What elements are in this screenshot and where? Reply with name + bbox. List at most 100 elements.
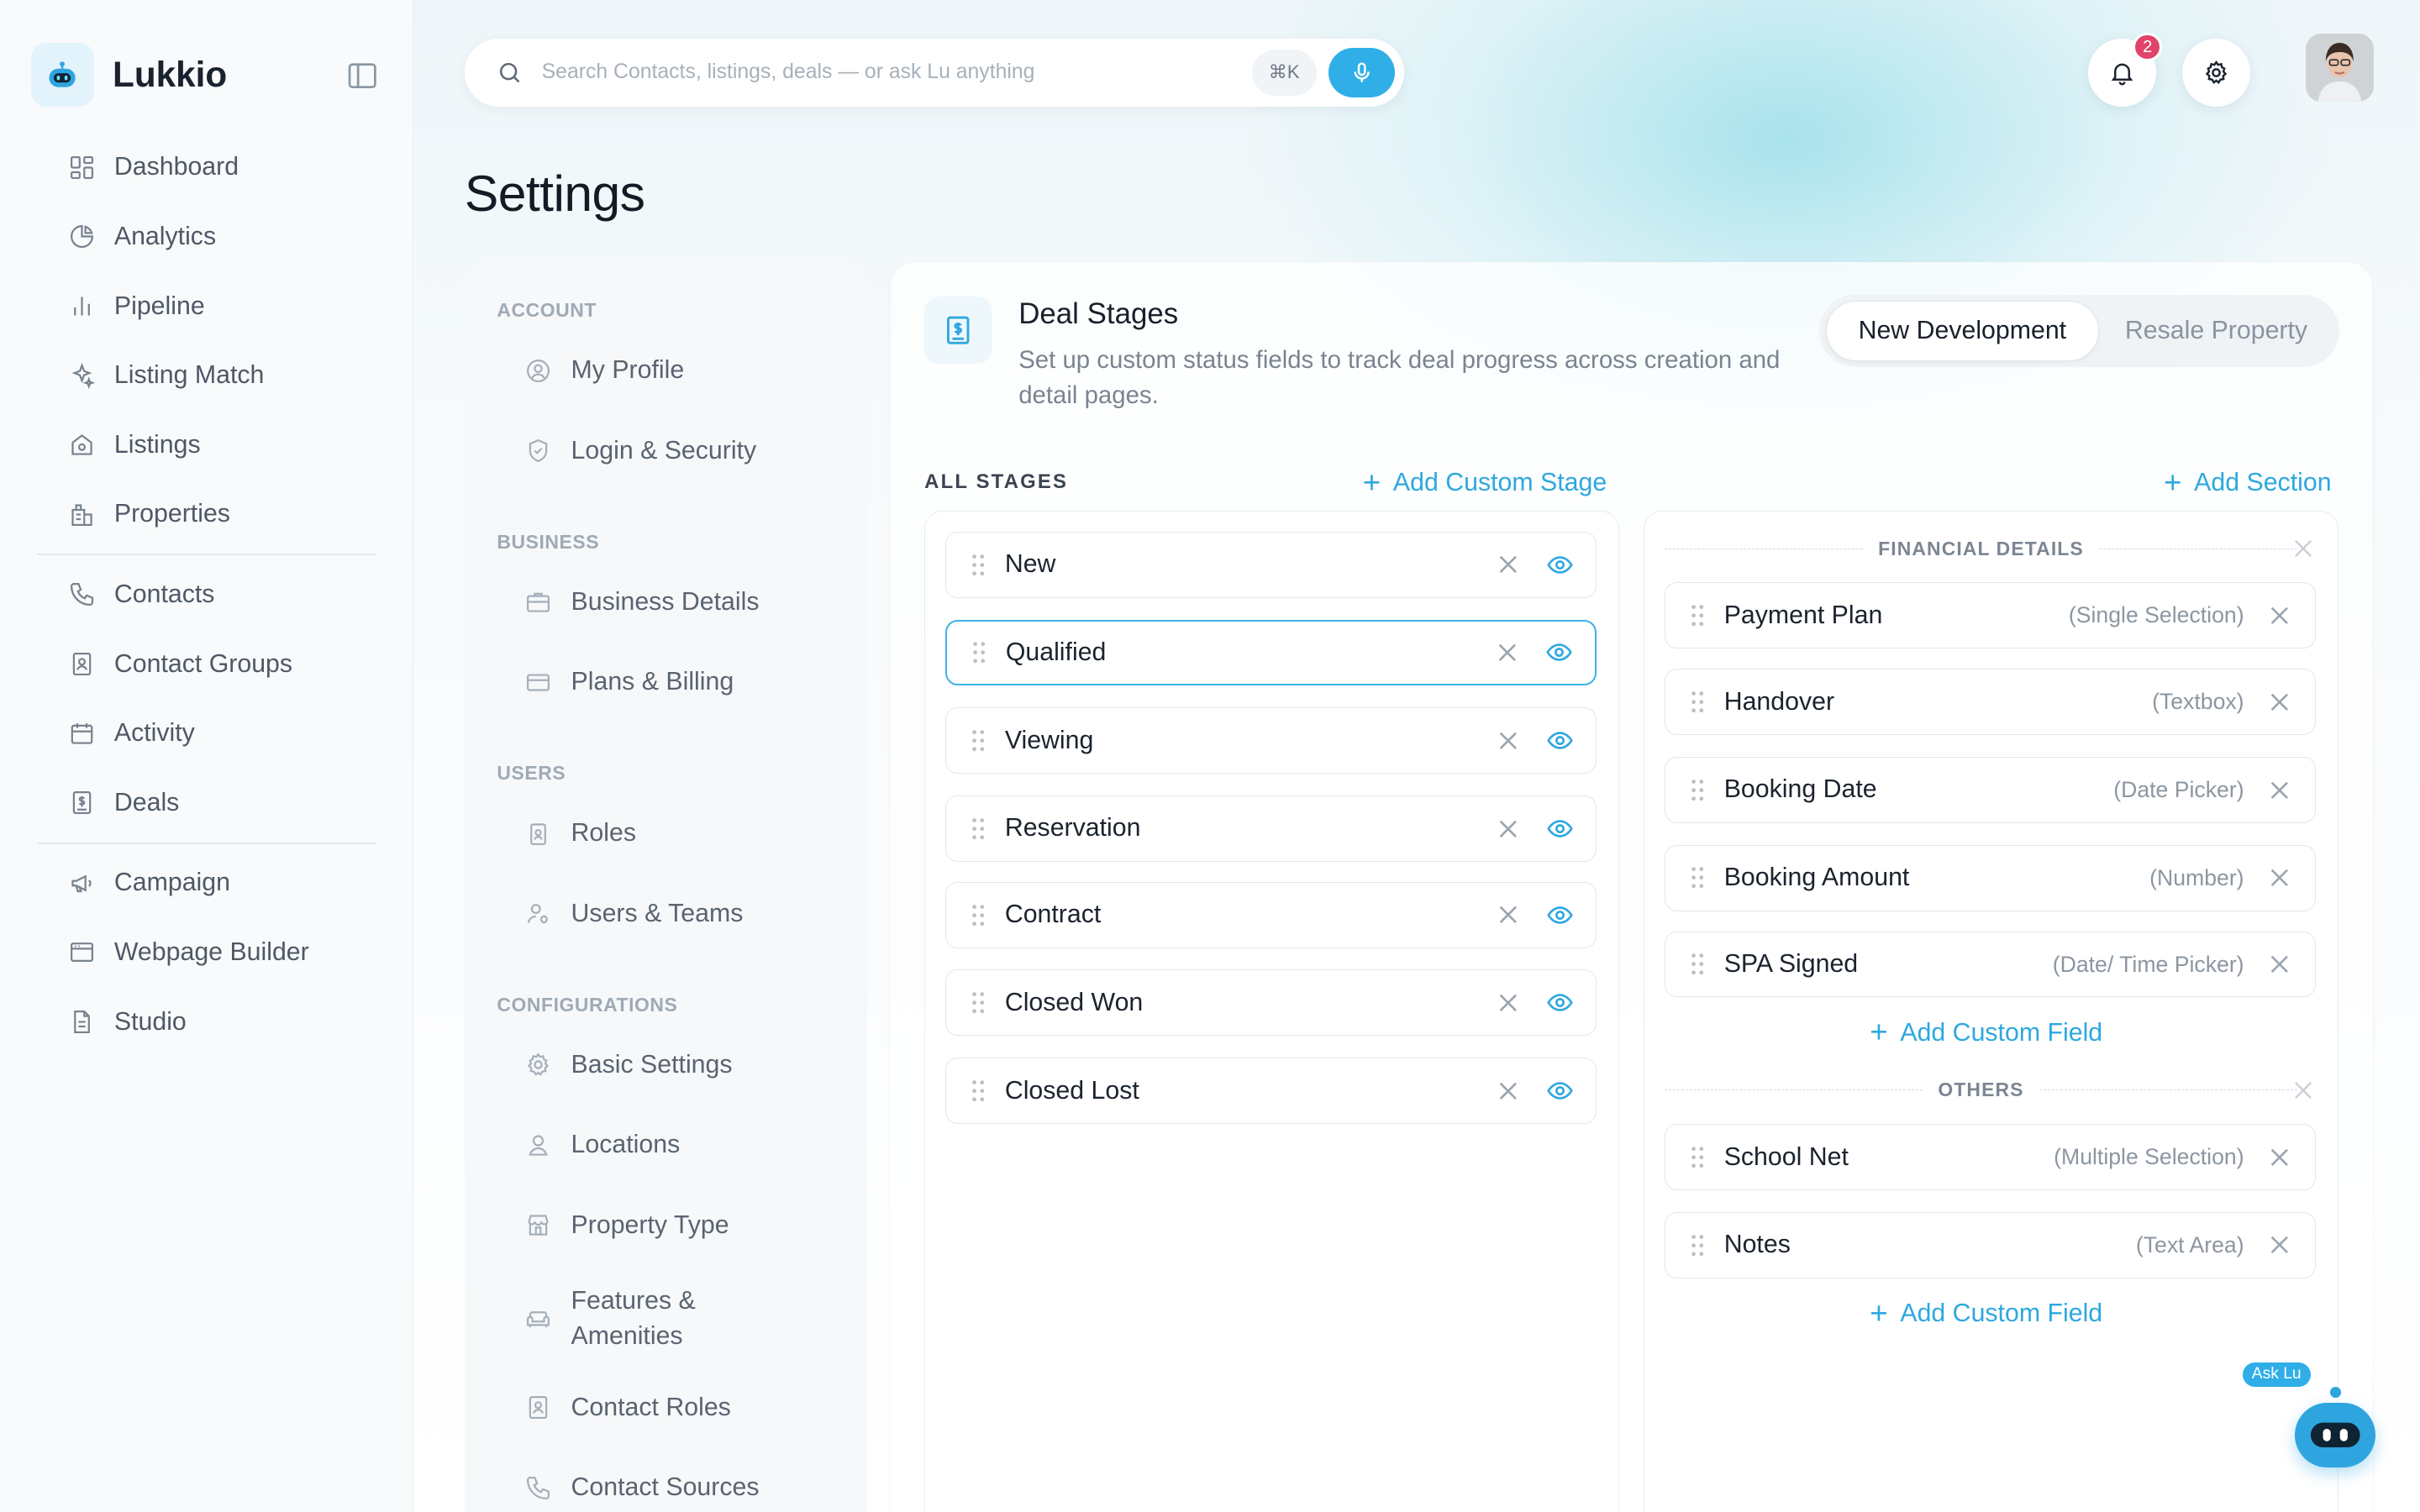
stage-item-contract[interactable]: Contract xyxy=(945,881,1597,948)
close-icon[interactable] xyxy=(2269,605,2291,627)
settings-item-business-details[interactable]: Business Details xyxy=(524,588,760,617)
tab-resale-property[interactable]: Resale Property xyxy=(2099,301,2333,361)
settings-item-basic-settings[interactable]: Basic Settings xyxy=(524,1051,733,1079)
field-item-booking-amount[interactable]: Booking Amount (Number) xyxy=(1664,844,2317,911)
close-icon[interactable] xyxy=(2269,780,2291,801)
assistant-bot-button[interactable] xyxy=(2295,1402,2375,1467)
stage-item-viewing[interactable]: Viewing xyxy=(945,707,1597,774)
nav-label: Contact Groups xyxy=(113,649,293,678)
drag-handle-icon[interactable] xyxy=(971,640,986,664)
dollar-doc-icon xyxy=(72,791,92,815)
search-input[interactable]: Search Contacts, listings, deals — or as… xyxy=(542,60,1252,84)
tab-new-development[interactable]: New Development xyxy=(1825,301,2099,361)
search-shortcut: ⌘K xyxy=(1251,49,1317,96)
field-item-payment-plan[interactable]: Payment Plan (Single Selection) xyxy=(1664,582,2317,649)
eye-icon[interactable] xyxy=(1546,551,1574,579)
stage-item-closed-lost[interactable]: Closed Lost xyxy=(945,1058,1597,1125)
stage-item-new[interactable]: New xyxy=(945,531,1597,598)
drag-handle-icon[interactable] xyxy=(1690,778,1705,802)
drag-handle-icon[interactable] xyxy=(971,903,986,927)
settings-item-users-teams[interactable]: Users & Teams xyxy=(524,900,743,928)
nav-item-contacts[interactable]: Contacts xyxy=(37,560,376,630)
close-icon[interactable] xyxy=(2269,1234,2291,1256)
stage-item-closed-won[interactable]: Closed Won xyxy=(945,969,1597,1037)
add-custom-stage-button[interactable]: + Add Custom Stage xyxy=(1363,467,1607,499)
contact-card-icon xyxy=(529,1396,548,1420)
stage-item-reservation[interactable]: Reservation xyxy=(945,795,1597,862)
field-item-spa-signed[interactable]: SPA Signed (Date/ Time Picker) xyxy=(1664,931,2317,998)
nav-item-dashboard[interactable]: Dashboard xyxy=(37,133,376,202)
nav-item-contact-groups[interactable]: Contact Groups xyxy=(37,629,376,699)
nav-item-campaign[interactable]: Campaign xyxy=(37,848,376,918)
nav-item-pipeline[interactable]: Pipeline xyxy=(37,271,376,341)
eye-icon[interactable] xyxy=(1545,638,1573,666)
eye-icon[interactable] xyxy=(1546,815,1574,843)
settings-item-property-type[interactable]: Property Type xyxy=(524,1211,729,1240)
nav-item-webpage-builder[interactable]: Webpage Builder xyxy=(37,918,376,988)
drag-handle-icon[interactable] xyxy=(971,1079,986,1103)
sidebar-collapse-icon[interactable] xyxy=(345,59,379,92)
settings-item-plans-billing[interactable]: Plans & Billing xyxy=(524,668,734,696)
drag-handle-icon[interactable] xyxy=(971,816,986,841)
eye-icon[interactable] xyxy=(1546,727,1574,754)
settings-group-business: BUSINESS xyxy=(497,530,600,553)
add-custom-field-button[interactable]: + Add Custom Field xyxy=(1870,1298,2102,1330)
eye-icon[interactable] xyxy=(1546,989,1574,1016)
robot-logo-icon xyxy=(30,43,95,107)
field-item-booking-date[interactable]: Booking Date (Date Picker) xyxy=(1664,756,2317,823)
notifications-button[interactable]: 2 xyxy=(2088,32,2163,107)
drag-handle-icon[interactable] xyxy=(1690,603,1705,627)
drag-handle-icon[interactable] xyxy=(1690,952,1705,976)
user-avatar[interactable] xyxy=(2306,34,2374,102)
eye-icon[interactable] xyxy=(1546,1077,1574,1105)
voice-search-button[interactable] xyxy=(1328,47,1396,97)
field-item-handover[interactable]: Handover (Textbox) xyxy=(1664,669,2317,736)
close-icon[interactable] xyxy=(2269,953,2291,975)
drag-handle-icon[interactable] xyxy=(1690,1145,1705,1169)
drag-handle-icon[interactable] xyxy=(1690,1233,1705,1257)
brand[interactable]: Lukkio xyxy=(30,43,227,107)
remove-section-icon[interactable] xyxy=(2294,1081,2312,1100)
global-search[interactable]: Search Contacts, listings, deals — or as… xyxy=(464,38,1405,107)
settings-item-roles[interactable]: Roles xyxy=(524,819,636,848)
close-icon[interactable] xyxy=(2269,1147,2291,1168)
settings-button[interactable] xyxy=(2182,38,2250,107)
eye-icon[interactable] xyxy=(1546,901,1574,929)
add-custom-field-button[interactable]: + Add Custom Field xyxy=(1870,1017,2102,1048)
nav-item-analytics[interactable]: Analytics xyxy=(37,202,376,272)
close-icon[interactable] xyxy=(2269,691,2291,713)
nav-item-properties[interactable]: Properties xyxy=(37,480,376,549)
close-icon[interactable] xyxy=(1497,642,1518,664)
settings-item-contact-roles[interactable]: Contact Roles xyxy=(524,1394,731,1422)
settings-item-my-profile[interactable]: My Profile xyxy=(524,356,684,385)
nav-item-deals[interactable]: Deals xyxy=(37,769,376,838)
drag-handle-icon[interactable] xyxy=(1690,690,1705,714)
bar-chart-icon xyxy=(73,297,90,316)
remove-section-icon[interactable] xyxy=(2294,539,2312,558)
settings-item-login-security[interactable]: Login & Security xyxy=(524,437,756,465)
nav-item-activity[interactable]: Activity xyxy=(37,699,376,769)
add-section-button[interactable]: + Add Section xyxy=(2164,467,2332,499)
settings-item-features-amenities[interactable]: Features & Amenities xyxy=(524,1284,756,1355)
drag-handle-icon[interactable] xyxy=(1690,865,1705,890)
close-icon[interactable] xyxy=(1497,1080,1519,1102)
settings-item-contact-sources[interactable]: Contact Sources xyxy=(524,1473,760,1502)
close-icon[interactable] xyxy=(1497,904,1519,926)
close-icon[interactable] xyxy=(1497,730,1519,752)
stage-item-qualified[interactable]: Qualified xyxy=(945,619,1597,686)
nav-item-studio[interactable]: Studio xyxy=(37,987,376,1057)
field-item-school-net[interactable]: School Net (Multiple Selection) xyxy=(1664,1124,2317,1191)
close-icon[interactable] xyxy=(1497,818,1519,840)
close-icon[interactable] xyxy=(1497,554,1519,575)
nav-item-listing-match[interactable]: Listing Match xyxy=(37,341,376,411)
drag-handle-icon[interactable] xyxy=(971,990,986,1015)
settings-item-locations[interactable]: Locations xyxy=(524,1131,680,1159)
drag-handle-icon[interactable] xyxy=(971,728,986,753)
close-icon[interactable] xyxy=(1497,992,1519,1014)
field-item-notes[interactable]: Notes (Text Area) xyxy=(1664,1211,2317,1278)
ask-lu-label[interactable]: Ask Lu xyxy=(2242,1362,2311,1388)
nav-label: Listing Match xyxy=(113,361,265,390)
close-icon[interactable] xyxy=(2269,867,2291,889)
drag-handle-icon[interactable] xyxy=(971,553,986,577)
nav-item-listings[interactable]: Listings xyxy=(37,411,376,480)
